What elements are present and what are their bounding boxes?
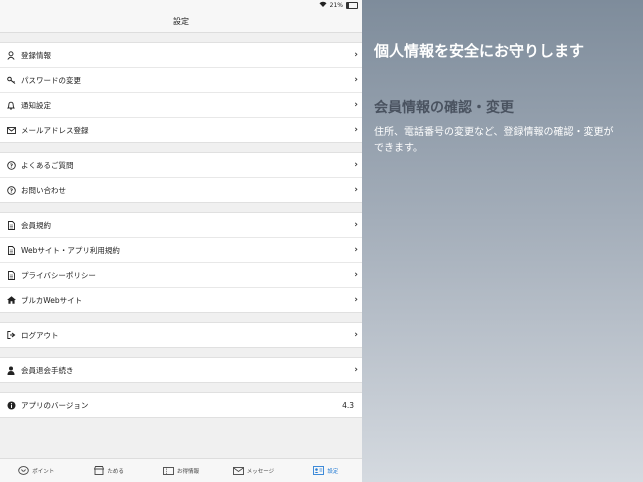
settings-card-icon xyxy=(313,466,325,475)
mail-icon xyxy=(6,125,16,135)
tab-label: ポイント xyxy=(32,468,55,475)
coupon-icon xyxy=(163,466,174,475)
chevron-right-icon: › xyxy=(354,365,358,375)
chevron-right-icon: › xyxy=(354,75,358,85)
user-icon xyxy=(6,50,16,60)
settings-group: ログアウト › xyxy=(0,322,362,348)
settings-group: 登録情報 › パスワードの変更 › 通知設定 › メールアドレス登録 › xyxy=(0,42,362,143)
settings-row[interactable]: 登録情報 › xyxy=(0,43,362,68)
chevron-right-icon: › xyxy=(354,295,358,305)
chevron-right-icon: › xyxy=(354,50,358,60)
question-icon: ? xyxy=(6,185,16,195)
promo-headline: 個人情報を安全にお守りします xyxy=(374,42,585,60)
chevron-right-icon: › xyxy=(354,330,358,340)
chevron-right-icon: › xyxy=(354,100,358,110)
store-icon xyxy=(93,466,104,475)
message-icon xyxy=(232,466,244,475)
battery-percent: 21% xyxy=(329,1,343,9)
tab-settings-card[interactable]: 設定 xyxy=(290,459,362,482)
settings-row[interactable]: プライバシーポリシー › xyxy=(0,263,362,288)
wifi-icon xyxy=(319,1,327,9)
settings-row: アプリのバージョン 4.3 xyxy=(0,393,362,417)
status-bar: 21% xyxy=(0,0,362,10)
tab-label: メッセージ xyxy=(246,468,275,475)
info-icon xyxy=(6,400,16,410)
chevron-right-icon: › xyxy=(354,245,358,255)
settings-row-label: メールアドレス登録 xyxy=(21,125,89,135)
settings-row-label: ログアウト xyxy=(21,330,59,340)
tab-message[interactable]: メッセージ xyxy=(217,459,289,482)
svg-text:?: ? xyxy=(9,188,12,194)
settings-row[interactable]: 会員規約 › xyxy=(0,213,362,238)
settings-row-label: プライバシーポリシー xyxy=(21,270,96,280)
tab-label: ためる xyxy=(107,468,124,475)
settings-row[interactable]: ブルカWebサイト › xyxy=(0,288,362,312)
chevron-right-icon: › xyxy=(354,160,358,170)
svg-text:?: ? xyxy=(9,163,12,169)
tab-coupon[interactable]: お得情報 xyxy=(145,459,217,482)
settings-row-label: 会員退会手続き xyxy=(21,365,74,375)
tab-points[interactable]: ポイント xyxy=(0,459,72,482)
person-icon xyxy=(6,365,16,375)
settings-group: 会員退会手続き › xyxy=(0,357,362,383)
settings-row-label: お問い合わせ xyxy=(21,185,66,195)
document-icon xyxy=(6,245,16,255)
logout-icon xyxy=(6,330,16,340)
question-icon: ? xyxy=(6,160,16,170)
battery-icon xyxy=(346,1,358,9)
settings-row-label: ブルカWebサイト xyxy=(21,295,83,305)
tab-label: お得情報 xyxy=(177,468,200,475)
document-icon xyxy=(6,220,16,230)
navigation-bar: 設定 xyxy=(0,10,362,33)
settings-row[interactable]: ? お問い合わせ › xyxy=(0,178,362,202)
chevron-right-icon: › xyxy=(354,125,358,135)
document-icon xyxy=(6,270,16,280)
key-icon xyxy=(6,75,16,85)
settings-row-label: アプリのバージョン xyxy=(21,400,89,410)
settings-row[interactable]: ログアウト › xyxy=(0,323,362,347)
settings-row[interactable]: Webサイト・アプリ利用規約 › xyxy=(0,238,362,263)
tab-bar: ポイント ためる お得情報 メッセージ 設定 xyxy=(0,458,362,482)
settings-row-label: 登録情報 xyxy=(21,50,51,60)
tab-label: 設定 xyxy=(327,468,339,475)
settings-row-label: 通知設定 xyxy=(21,100,51,110)
settings-list: 登録情報 › パスワードの変更 › 通知設定 › メールアドレス登録 ›? よくあるご質問 ›? お… xyxy=(0,33,362,418)
bell-icon xyxy=(6,100,16,110)
settings-row[interactable]: 通知設定 › xyxy=(0,93,362,118)
settings-row-label: Webサイト・アプリ利用規約 xyxy=(21,245,120,255)
settings-row[interactable]: 会員退会手続き › xyxy=(0,358,362,382)
page-title: 設定 xyxy=(173,16,189,26)
settings-panel: 21% 設定 登録情報 › パスワードの変更 › 通知設定 › メールアドレス登録 ›? よくあ… xyxy=(0,0,362,482)
version-value: 4.3 xyxy=(342,401,354,410)
settings-group: アプリのバージョン 4.3 xyxy=(0,392,362,418)
points-icon xyxy=(18,466,29,475)
promo-panel: 個人情報を安全にお守りします 会員情報の確認・変更 住所、電話番号の変更など、登… xyxy=(362,0,643,482)
battery-fill xyxy=(347,2,350,8)
settings-row[interactable]: メールアドレス登録 › xyxy=(0,118,362,142)
tab-store[interactable]: ためる xyxy=(72,459,144,482)
chevron-right-icon: › xyxy=(354,185,358,195)
settings-group: 会員規約 › Webサイト・アプリ利用規約 › プライバシーポリシー › ブルカWebサイト… xyxy=(0,212,362,313)
promo-description: 住所、電話番号の変更など、登録情報の確認・変更ができます。 xyxy=(374,127,614,154)
home-icon xyxy=(6,295,16,305)
chevron-right-icon: › xyxy=(354,220,358,230)
settings-row-label: 会員規約 xyxy=(21,220,51,230)
promo-subhead: 会員情報の確認・変更 xyxy=(374,100,514,116)
settings-row[interactable]: ? よくあるご質問 › xyxy=(0,153,362,178)
settings-row-label: よくあるご質問 xyxy=(21,160,74,170)
settings-group: ? よくあるご質問 ›? お問い合わせ › xyxy=(0,152,362,203)
chevron-right-icon: › xyxy=(354,270,358,280)
settings-row[interactable]: パスワードの変更 › xyxy=(0,68,362,93)
settings-row-label: パスワードの変更 xyxy=(21,75,81,85)
status-indicators: 21% xyxy=(319,1,358,9)
